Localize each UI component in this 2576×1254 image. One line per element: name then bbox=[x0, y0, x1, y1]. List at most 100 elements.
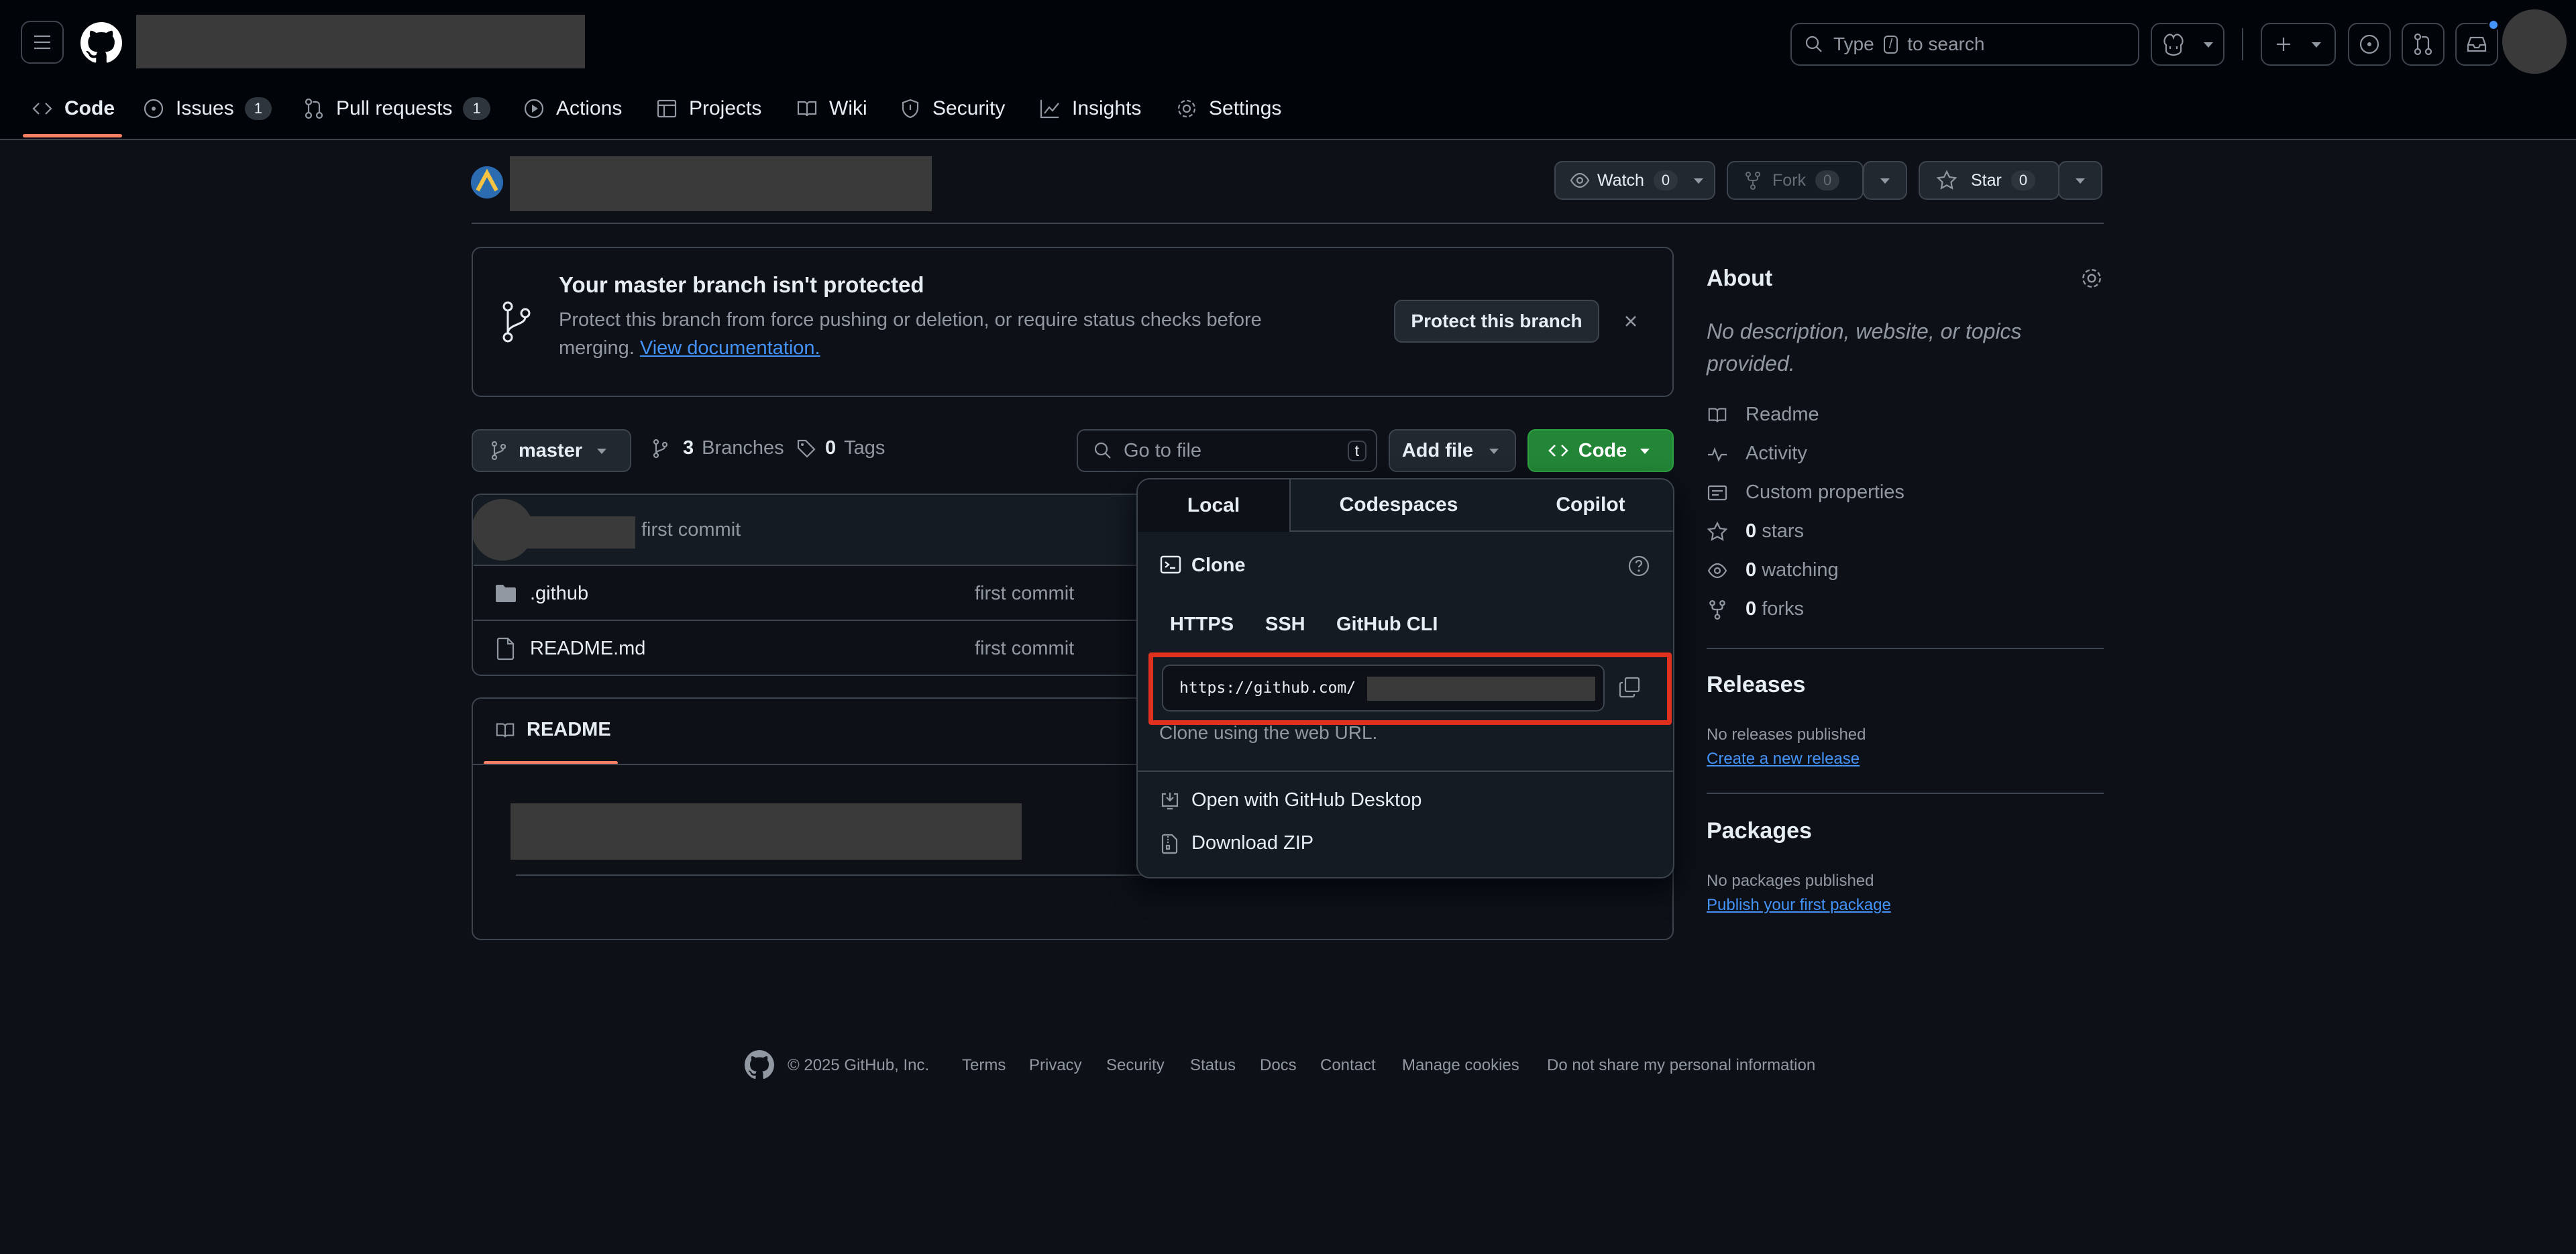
view-documentation-link[interactable]: View documentation. bbox=[640, 337, 820, 359]
readme-tab[interactable]: README bbox=[494, 719, 611, 741]
tab-pull-requests[interactable]: Pull requests 1 bbox=[303, 89, 490, 129]
popover-divider bbox=[1138, 771, 1673, 772]
banner-text: Protect this branch from force pushing o… bbox=[559, 306, 1297, 362]
tab-insights[interactable]: Insights bbox=[1038, 89, 1141, 129]
watching-link[interactable]: 0 watching bbox=[1707, 559, 1839, 581]
tags-link[interactable]: 0 Tags bbox=[796, 437, 885, 459]
releases-title[interactable]: Releases bbox=[1707, 672, 1805, 698]
footer-privacy[interactable]: Privacy bbox=[1029, 1056, 1082, 1075]
repo-owner-avatar[interactable] bbox=[471, 166, 503, 198]
star-dropdown[interactable] bbox=[2058, 161, 2102, 200]
file-zip-icon bbox=[1161, 834, 1178, 854]
fork-dropdown[interactable] bbox=[1863, 161, 1907, 200]
readme-tab-label: README bbox=[527, 719, 611, 740]
github-mark-icon[interactable] bbox=[745, 1050, 774, 1080]
gear-icon bbox=[1177, 99, 1196, 118]
search-icon bbox=[1094, 442, 1111, 459]
tab-codespaces[interactable]: Codespaces bbox=[1291, 479, 1507, 530]
tab-copilot[interactable]: Copilot bbox=[1507, 479, 1673, 530]
forks-link[interactable]: 0 forks bbox=[1707, 598, 1804, 620]
repo-name-redacted[interactable] bbox=[510, 156, 932, 211]
git-pull-request-icon bbox=[305, 98, 323, 119]
pull-requests-count: 1 bbox=[463, 97, 490, 120]
tab-local-label: Local bbox=[1187, 494, 1240, 516]
latest-commit-message[interactable]: first commit bbox=[641, 519, 741, 541]
file-name[interactable]: README.md bbox=[530, 638, 645, 660]
pull-requests-button[interactable] bbox=[2402, 23, 2445, 66]
code-label: Code bbox=[1578, 439, 1627, 461]
tab-actions[interactable]: Actions bbox=[523, 89, 622, 129]
download-zip-label: Download ZIP bbox=[1191, 832, 1314, 854]
chevron-down-icon bbox=[2076, 178, 2085, 184]
branches-link[interactable]: 3 Branches bbox=[651, 437, 784, 459]
protect-branch-button[interactable]: Protect this branch bbox=[1394, 300, 1599, 343]
fork-label: Fork bbox=[1772, 170, 1806, 190]
menu-button[interactable] bbox=[21, 21, 64, 64]
fork-button[interactable]: Fork 0 bbox=[1727, 161, 1864, 200]
open-desktop-item[interactable]: Open with GitHub Desktop bbox=[1159, 789, 1421, 811]
footer-docs[interactable]: Docs bbox=[1260, 1056, 1297, 1075]
download-zip-item[interactable]: Download ZIP bbox=[1159, 832, 1313, 854]
copy-icon[interactable] bbox=[1617, 674, 1644, 701]
tab-local[interactable]: Local bbox=[1138, 479, 1291, 532]
create-new-button[interactable] bbox=[2261, 23, 2336, 66]
avatar[interactable] bbox=[2502, 9, 2567, 74]
stars-link[interactable]: 0 stars bbox=[1707, 520, 1804, 543]
stars-text: 0 stars bbox=[1746, 520, 1804, 543]
close-icon[interactable] bbox=[1617, 308, 1644, 335]
code-button[interactable]: Code bbox=[1527, 429, 1674, 472]
issues-button[interactable] bbox=[2348, 23, 2391, 66]
tab-issues-label: Issues bbox=[176, 97, 234, 119]
footer-do-not-share[interactable]: Do not share my personal information bbox=[1547, 1056, 1815, 1075]
add-file-button[interactable]: Add file bbox=[1389, 429, 1516, 472]
code-icon bbox=[1548, 445, 1568, 457]
branch-protection-banner: Your master branch isn't protected Prote… bbox=[472, 247, 1674, 397]
file-commit[interactable]: first commit bbox=[975, 583, 1074, 605]
activity-link[interactable]: Activity bbox=[1707, 443, 1807, 465]
tab-wiki[interactable]: Wiki bbox=[796, 89, 867, 129]
packages-title[interactable]: Packages bbox=[1707, 818, 1812, 844]
tab-wiki-label: Wiki bbox=[829, 97, 867, 119]
tab-issues[interactable]: Issues 1 bbox=[142, 89, 272, 129]
commit-author-redacted[interactable] bbox=[520, 516, 635, 549]
about-title: About bbox=[1707, 266, 1773, 291]
tab-security[interactable]: Security bbox=[899, 89, 1005, 129]
protocol-github-cli[interactable]: GitHub CLI bbox=[1336, 614, 1438, 636]
custom-properties-link[interactable]: Custom properties bbox=[1707, 481, 1904, 504]
footer-manage-cookies[interactable]: Manage cookies bbox=[1402, 1056, 1519, 1075]
copilot-button[interactable] bbox=[2151, 23, 2224, 66]
branches-label: Branches bbox=[702, 437, 784, 459]
repo-breadcrumb-redacted[interactable] bbox=[136, 15, 585, 68]
fork-icon bbox=[1746, 172, 1760, 190]
chevron-down-icon bbox=[2204, 42, 2213, 48]
watch-button[interactable]: Watch 0 bbox=[1554, 161, 1715, 200]
chevron-down-icon bbox=[1880, 178, 1890, 184]
publish-package-link[interactable]: Publish your first package bbox=[1707, 896, 1891, 915]
tab-code[interactable]: Code bbox=[31, 89, 115, 129]
create-release-link[interactable]: Create a new release bbox=[1707, 750, 1860, 768]
footer-security[interactable]: Security bbox=[1106, 1056, 1165, 1075]
footer-terms[interactable]: Terms bbox=[962, 1056, 1006, 1075]
file-name[interactable]: .github bbox=[530, 583, 588, 605]
question-icon[interactable] bbox=[1626, 553, 1652, 579]
custom-properties-label: Custom properties bbox=[1746, 481, 1904, 503]
clone-url-input[interactable]: https://github.com/ bbox=[1162, 665, 1605, 711]
footer-status[interactable]: Status bbox=[1190, 1056, 1236, 1075]
search-input[interactable]: Type / to search bbox=[1790, 23, 2139, 66]
go-to-file-input[interactable]: Go to file t bbox=[1077, 429, 1377, 472]
plus-icon bbox=[2277, 38, 2290, 51]
branch-selector[interactable]: master bbox=[472, 429, 631, 472]
tab-projects[interactable]: Projects bbox=[655, 89, 761, 129]
protocol-https[interactable]: HTTPS bbox=[1170, 614, 1234, 636]
tab-settings[interactable]: Settings bbox=[1175, 89, 1281, 129]
readme-link[interactable]: Readme bbox=[1707, 404, 1819, 426]
github-logo[interactable] bbox=[80, 22, 122, 64]
gear-icon[interactable] bbox=[2080, 266, 2104, 290]
file-commit[interactable]: first commit bbox=[975, 638, 1074, 660]
protocol-ssh[interactable]: SSH bbox=[1265, 614, 1305, 636]
issue-opened-icon bbox=[144, 99, 164, 119]
pulse-icon bbox=[1708, 447, 1727, 462]
footer-contact[interactable]: Contact bbox=[1320, 1056, 1376, 1075]
notification-dot bbox=[2487, 19, 2500, 31]
star-button[interactable]: Star 0 bbox=[1919, 161, 2059, 200]
